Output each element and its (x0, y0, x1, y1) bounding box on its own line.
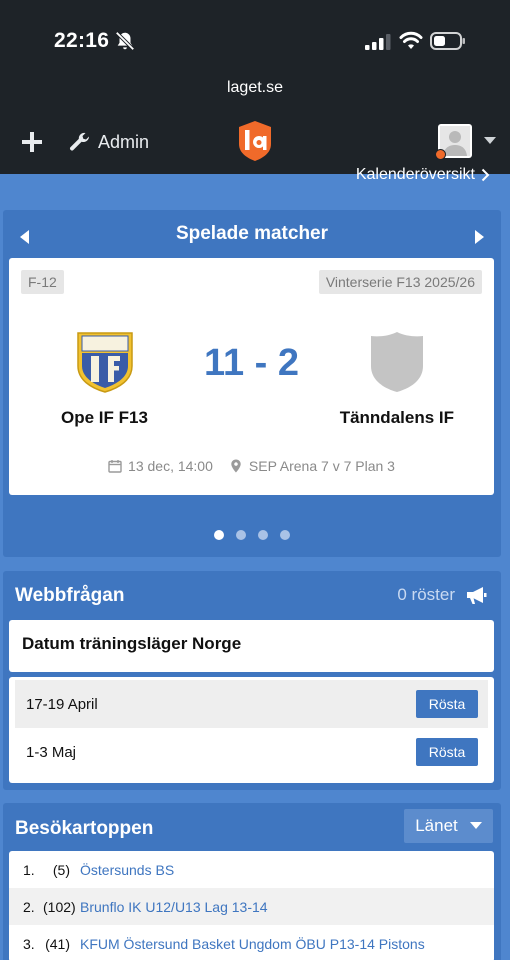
wifi-icon (399, 31, 423, 49)
battery-icon (430, 32, 465, 50)
poll-option-label: 17-19 April (26, 695, 98, 713)
away-team-crest (371, 332, 423, 392)
avatar[interactable] (435, 124, 474, 160)
rank-team-link[interactable]: KFUM Östersund Basket Ungdom ÖBU P13-14 … (78, 936, 425, 952)
top-visitors-title: Besökartoppen (15, 818, 154, 839)
match-date-text: 13 dec, 14:00 (128, 458, 213, 474)
chevron-down-icon[interactable] (484, 137, 496, 145)
match-venue: SEP Arena 7 v 7 Plan 3 (229, 458, 395, 474)
played-matches-panel: Spelade matcher F-12 Vinterserie F13 202… (3, 210, 501, 557)
poll-option-label: 1-3 Maj (26, 743, 77, 761)
series-tag: Vinterserie F13 2025/26 (318, 270, 482, 294)
top-visitors-panel: Besökartoppen Länet 1. (5) Östersunds BS… (3, 803, 501, 960)
notification-dot (435, 149, 446, 160)
rank-team-link[interactable]: Östersunds BS (78, 862, 174, 878)
megaphone-icon[interactable] (465, 585, 487, 605)
rank-list: 1. (5) Östersunds BS 2. (102) Brunflo IK… (9, 851, 494, 960)
plus-icon[interactable] (20, 130, 44, 154)
laget-logo[interactable] (237, 120, 273, 162)
pager-dot[interactable] (280, 530, 290, 540)
calendar-icon (108, 460, 122, 473)
status-time: 22:16 (54, 29, 110, 52)
wrench-icon (70, 132, 90, 151)
poll-votes: 0 röster (397, 585, 487, 605)
poll-option: 17-19 April Rösta (15, 680, 488, 728)
age-tag: F-12 (21, 270, 64, 294)
poll-option: 1-3 Maj Rösta (15, 728, 488, 776)
pager-dot[interactable] (214, 530, 224, 540)
pager-dot[interactable] (236, 530, 246, 540)
browser-url[interactable]: laget.se (0, 79, 510, 97)
region-select[interactable]: Länet (404, 809, 493, 843)
pager-dot[interactable] (258, 530, 268, 540)
signal-icon (365, 34, 391, 50)
admin-label: Admin (98, 131, 150, 152)
vote-button[interactable]: Rösta (416, 690, 478, 718)
vote-button[interactable]: Rösta (416, 738, 478, 766)
carousel-pager (3, 530, 501, 540)
arrow-right-icon[interactable] (473, 230, 485, 244)
rank-row[interactable]: 1. (5) Östersunds BS (9, 851, 494, 888)
rank-position: 1. (23, 861, 35, 878)
admin-button[interactable]: Admin (68, 128, 149, 156)
calendar-link-label: Kalenderöversikt (355, 166, 475, 183)
panel-title: Spelade matcher (175, 223, 329, 244)
rank-position: 2. (23, 898, 35, 915)
rank-position: 3. (23, 935, 35, 952)
chevron-right-icon (481, 168, 490, 182)
match-venue-text: SEP Arena 7 v 7 Plan 3 (248, 458, 395, 474)
region-select-value: Länet (415, 816, 458, 835)
poll-panel: Webbfrågan 0 röster Datum träningsläger … (3, 571, 501, 790)
rank-previous: (102) (43, 898, 76, 915)
calendar-overview-link[interactable]: Kalenderöversikt (356, 166, 490, 184)
away-team-name: Tänndalens IF (339, 408, 454, 427)
match-card[interactable]: F-12 Vinterserie F13 2025/26 11 - 2 Ope … (9, 258, 494, 495)
home-team-name: Ope IF F13 (61, 408, 148, 427)
rank-row[interactable]: 2. (102) Brunflo IK U12/U13 Lag 13-14 (9, 888, 494, 925)
rank-previous: (5) (52, 861, 70, 878)
poll-question: Datum träningsläger Norge (9, 620, 494, 672)
match-meta: 13 dec, 14:00 SEP Arena 7 v 7 Plan 3 (9, 458, 494, 474)
rank-row[interactable]: 3. (41) KFUM Östersund Basket Ungdom ÖBU… (9, 925, 494, 960)
bell-slash-icon (115, 31, 135, 51)
poll-options: 17-19 April Rösta 1-3 Maj Rösta (9, 677, 494, 783)
top-bar: 22:16 laget.se Admin (0, 0, 510, 174)
match-date: 13 dec, 14:00 (108, 458, 213, 474)
rank-team-link[interactable]: Brunflo IK U12/U13 Lag 13-14 (78, 899, 268, 915)
poll-votes-count: 0 röster (397, 585, 455, 604)
location-pin-icon (231, 459, 241, 473)
poll-title: Webbfrågan (15, 585, 125, 606)
rank-previous: (41) (45, 935, 70, 952)
chevron-down-icon (469, 822, 482, 829)
